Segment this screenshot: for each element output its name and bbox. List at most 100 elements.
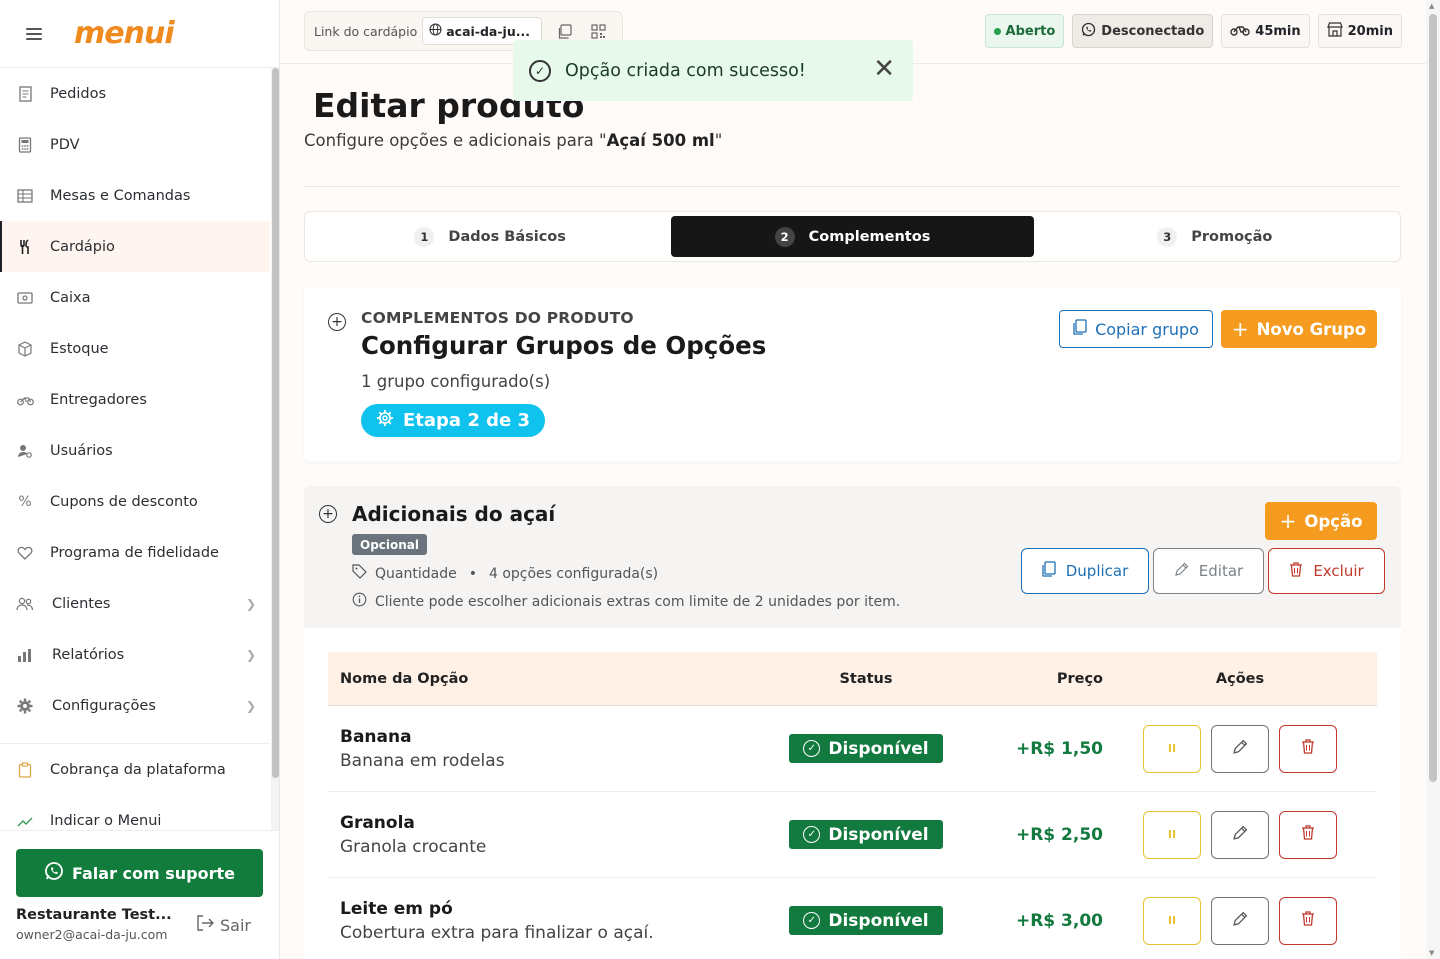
logout-label: Sair [220, 915, 251, 935]
sidebar-item-label: PDV [50, 136, 80, 153]
copy-group-button[interactable]: Copiar grupo [1059, 310, 1213, 348]
pause-button[interactable]: II [1143, 896, 1201, 945]
edit-option-button[interactable] [1211, 810, 1269, 859]
edit-option-button[interactable] [1211, 896, 1269, 945]
status-label: Disponível [828, 910, 929, 931]
status-badge: ✓ Disponível [789, 906, 943, 935]
sidebar-item-label: Pedidos [50, 85, 107, 102]
user-gear-icon [16, 442, 34, 460]
tab-promocao[interactable]: 3 Promoção [1034, 216, 1396, 257]
sidebar-item-cardapio[interactable]: Cardápio [0, 221, 270, 272]
pause-button[interactable]: II [1143, 724, 1201, 773]
sidebar-scrollbar[interactable] [271, 68, 279, 830]
whatsapp-status-badge[interactable]: Desconectado [1072, 14, 1214, 48]
delivery-time-badge[interactable]: 45min [1221, 14, 1310, 48]
status-cell: ✓ Disponível [748, 906, 984, 935]
table-row: Banana Banana em rodelas ✓ Disponível +R$… [328, 706, 1377, 792]
store-open-label: Aberto [1005, 23, 1056, 39]
tab-complementos[interactable]: 2 Complementos [671, 216, 1034, 257]
scrollbar-thumb[interactable] [1429, 14, 1437, 782]
sidebar-item-label: Mesas e Comandas [50, 187, 191, 204]
delete-option-button[interactable] [1279, 896, 1337, 945]
support-button-label: Falar com suporte [72, 863, 235, 883]
edit-option-button[interactable] [1211, 724, 1269, 773]
group-info-text: Cliente pode escolher adicionais extras … [375, 593, 901, 610]
sidebar-item-estoque[interactable]: Estoque [0, 323, 270, 374]
sidebar-item-pedidos[interactable]: Pedidos [0, 68, 270, 119]
stage-label: Etapa 2 de 3 [403, 410, 531, 431]
pause-icon: II [1167, 914, 1177, 927]
delete-label: Excluir [1313, 562, 1364, 580]
price-cell: +R$ 2,50 [984, 825, 1103, 845]
sidebar-item-usuarios[interactable]: Usuários [0, 425, 270, 476]
menu-icon[interactable] [26, 27, 42, 40]
sidebar-item-indicar[interactable]: Indicar o Menui [0, 795, 270, 830]
scrollbar-thumb[interactable] [272, 68, 279, 778]
box-icon [16, 340, 34, 358]
clipboard-icon [16, 761, 34, 779]
trash-icon [1301, 739, 1315, 758]
sidebar-item-relatorios[interactable]: Relatórios ❯ [0, 629, 270, 680]
toast-message: Opção criada com sucesso! [565, 60, 806, 81]
divider [304, 186, 1401, 187]
edit-label: Editar [1198, 562, 1244, 580]
chevron-right-icon: ❯ [245, 596, 256, 611]
sidebar: menui Pedidos PDV Mesas e Comandas Cardá… [0, 0, 280, 959]
complements-kicker: COMPLEMENTOS DO PRODUTO [361, 309, 634, 327]
sidebar-item-clientes[interactable]: Clientes ❯ [0, 578, 270, 629]
delete-option-button[interactable] [1279, 724, 1337, 773]
sidebar-item-caixa[interactable]: Caixa [0, 272, 270, 323]
actions-cell: II [1103, 724, 1377, 773]
sidebar-item-pdv[interactable]: PDV [0, 119, 270, 170]
group-meta: Quantidade • 4 opções configurada(s) [352, 564, 658, 583]
sidebar-item-label: Indicar o Menui [50, 812, 162, 829]
table-row: Leite em pó Cobertura extra para finaliz… [328, 878, 1377, 959]
option-group-card: + Adicionais do açaí Opcional Quantidade… [304, 486, 1401, 959]
utensils-icon [16, 238, 34, 256]
check-circle-icon: ✓ [803, 912, 821, 929]
store-open-badge[interactable]: Aberto [984, 14, 1065, 48]
sidebar-item-label: Relatórios [52, 646, 125, 663]
add-option-label: Opção [1304, 511, 1363, 531]
page-scrollbar[interactable]: ▲ ▼ [1426, 0, 1440, 959]
sidebar-item-cobranca[interactable]: Cobrança da plataforma [0, 744, 270, 795]
tab-dados-basicos[interactable]: 1 Dados Básicos [309, 216, 671, 257]
cash-icon [16, 289, 34, 307]
plus-circle-icon[interactable]: + [319, 505, 337, 523]
complements-title: Configurar Grupos de Opções [361, 331, 767, 360]
sidebar-item-label: Configurações [52, 697, 156, 714]
sidebar-item-mesas[interactable]: Mesas e Comandas [0, 170, 270, 221]
sidebar-item-label: Cardápio [50, 238, 115, 255]
status-label: Disponível [828, 738, 929, 759]
add-option-button[interactable]: + Opção [1265, 502, 1377, 540]
sidebar-item-entregadores[interactable]: Entregadores [0, 374, 270, 425]
pause-button[interactable]: II [1143, 810, 1201, 859]
scroll-up-icon[interactable]: ▲ [1429, 2, 1434, 10]
close-icon[interactable]: ✕ [873, 56, 895, 82]
globe-icon [429, 23, 442, 39]
table-grid-icon [16, 187, 34, 205]
duplicate-group-button[interactable]: Duplicar [1021, 548, 1149, 594]
option-price: +R$ 1,50 [1015, 738, 1103, 759]
status-dot [993, 27, 1001, 35]
pickup-time-badge[interactable]: 20min [1317, 14, 1402, 48]
user-email: owner2@acai-da-ju.com [16, 927, 168, 942]
edit-group-button[interactable]: Editar [1153, 548, 1264, 594]
support-button[interactable]: Falar com suporte [16, 849, 263, 897]
option-name: Leite em pó [340, 898, 453, 919]
group-info: Cliente pode escolher adicionais extras … [352, 592, 900, 611]
logout-button[interactable]: Sair [196, 915, 251, 935]
sidebar-item-cupons[interactable]: % Cupons de desconto [0, 476, 270, 527]
scroll-down-icon[interactable]: ▼ [1429, 949, 1434, 957]
delete-option-button[interactable] [1279, 810, 1337, 859]
menu-link-slug-text: acai-da-ju... [446, 23, 530, 39]
product-name: Açaí 500 ml [606, 131, 715, 150]
sidebar-item-fidelidade[interactable]: Programa de fidelidade [0, 527, 270, 578]
delete-group-button[interactable]: Excluir [1268, 548, 1385, 594]
new-group-button[interactable]: + Novo Grupo [1221, 310, 1377, 348]
main-content: Link do cardápio acai-da-ju... Aberto De… [280, 0, 1426, 959]
sidebar-item-configuracoes[interactable]: Configurações ❯ [0, 680, 270, 731]
store-icon [1326, 21, 1343, 41]
plus-icon: + [1231, 317, 1249, 341]
menu-link-label: Link do cardápio [314, 23, 418, 39]
